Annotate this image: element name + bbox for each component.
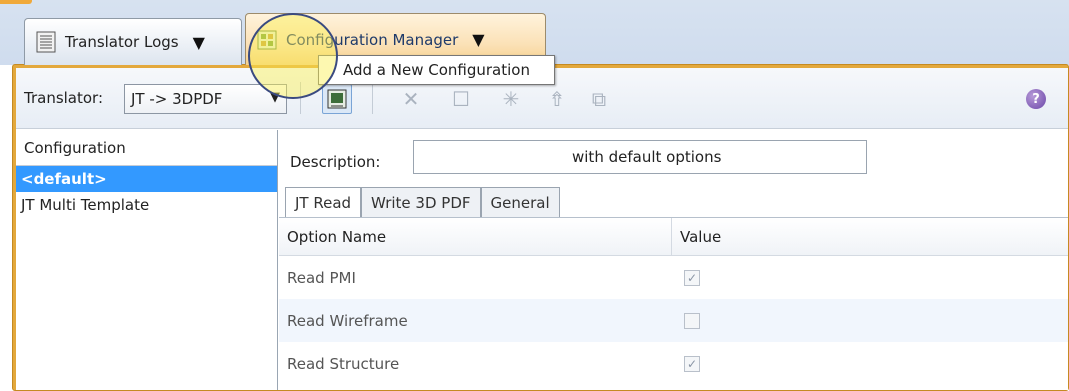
tab-translator-logs-label: Translator Logs: [65, 33, 179, 51]
table-row: Read Structure ✓: [279, 342, 1068, 385]
option-name: Read Structure: [287, 354, 400, 373]
read-pmi-checkbox[interactable]: ✓: [684, 269, 700, 286]
table-row: Read PMI ✓: [279, 256, 1068, 299]
configuration-manager-panel: Translator: JT -> 3DPDF ▼ ✕ ☐ ✳ ⇮ ⧉ ? Co…: [12, 64, 1069, 391]
column-header-option-name[interactable]: Option Name: [279, 228, 671, 246]
blank-config-icon: ☐: [452, 87, 470, 111]
read-wireframe-checkbox[interactable]: [684, 312, 700, 329]
log-list-icon: [36, 31, 56, 53]
options-grid: Option Name Value Read PMI ✓ Read Wirefr…: [279, 217, 1068, 390]
configuration-list: Configuration <default> JT Multi Templat…: [16, 130, 278, 390]
grid-header: Option Name Value: [279, 218, 1068, 256]
help-icon[interactable]: ?: [1026, 89, 1046, 109]
new-blank-button[interactable]: ☐: [446, 84, 476, 114]
corner-mark: [0, 0, 32, 4]
chevron-down-icon[interactable]: ▼: [193, 33, 205, 52]
column-header-value[interactable]: Value: [671, 218, 1068, 255]
add-configuration-button[interactable]: [322, 84, 352, 114]
description-field[interactable]: with default options: [413, 140, 867, 174]
add-configuration-icon: [327, 89, 347, 109]
copy-icon: ⧉: [591, 87, 607, 111]
tab-translator-logs[interactable]: Translator Logs ▼: [24, 18, 242, 65]
list-item[interactable]: <default>: [16, 166, 277, 192]
tab-jt-read[interactable]: JT Read: [285, 187, 362, 217]
delete-icon: ✕: [402, 87, 420, 111]
description-value: with default options: [572, 148, 722, 166]
option-name: Read PMI: [287, 268, 356, 287]
tab-general[interactable]: General: [480, 187, 560, 217]
export-button[interactable]: ⇮: [542, 84, 572, 114]
configuration-list-header: Configuration: [16, 130, 277, 166]
tooltip: Add a New Configuration: [318, 55, 555, 85]
translator-label: Translator:: [24, 89, 104, 107]
list-item[interactable]: JT Multi Template: [16, 192, 277, 218]
delete-configuration-button[interactable]: ✕: [396, 84, 426, 114]
asterisk-icon: ✳: [502, 87, 520, 111]
description-label: Description:: [290, 153, 381, 171]
chevron-down-icon[interactable]: ▼: [472, 30, 484, 49]
table-row: Read Wireframe: [279, 299, 1068, 342]
option-tabs: JT Read Write 3D PDF General: [285, 187, 560, 217]
upload-icon: ⇮: [548, 87, 566, 111]
option-name: Read Wireframe: [287, 311, 408, 330]
set-default-button[interactable]: ✳: [496, 84, 526, 114]
read-structure-checkbox[interactable]: ✓: [684, 355, 700, 372]
configuration-details: Description: with default options JT Rea…: [279, 130, 1068, 390]
translator-select-value: JT -> 3DPDF: [131, 90, 223, 108]
copy-button[interactable]: ⧉: [584, 84, 614, 114]
click-highlight: [248, 13, 338, 99]
toolbar-separator: [372, 82, 373, 114]
tab-write-3d-pdf[interactable]: Write 3D PDF: [361, 187, 481, 217]
